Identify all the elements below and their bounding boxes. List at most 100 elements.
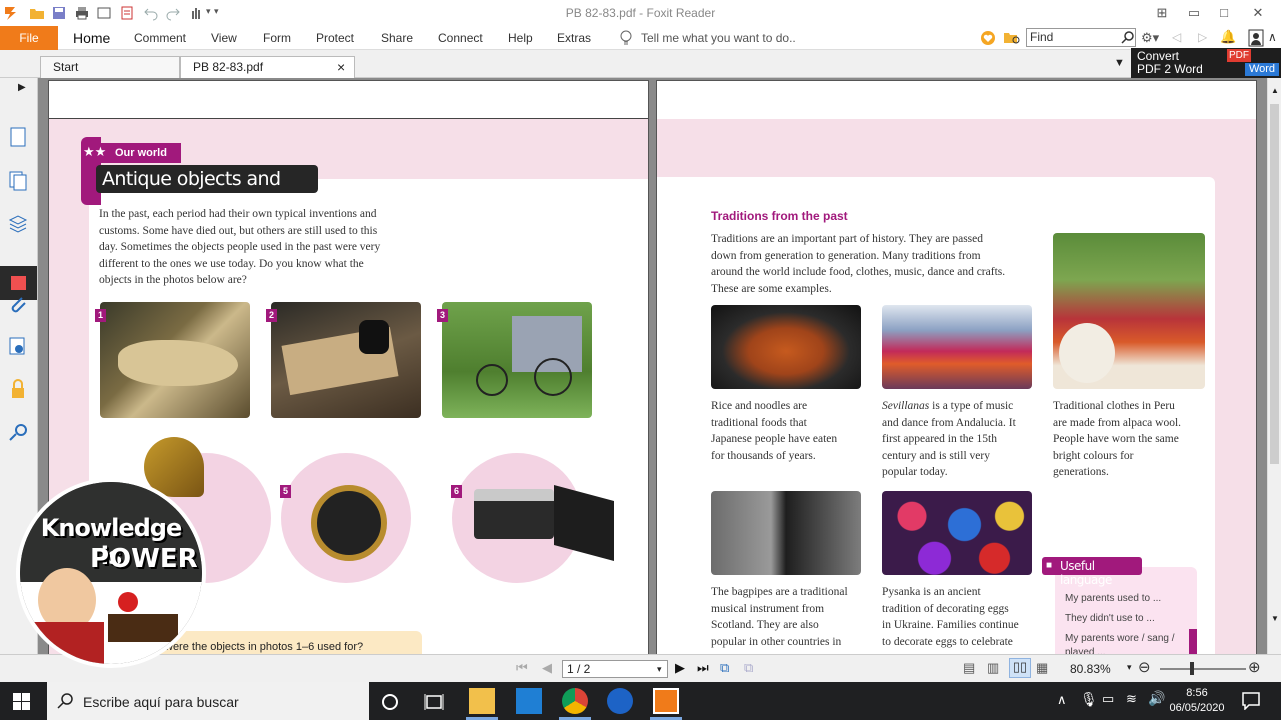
scroll-thumb[interactable] [1270,104,1279,464]
photo-number: 6 [451,485,462,498]
menu-protect[interactable]: Protect [316,26,354,50]
zoom-dropdown-icon[interactable]: ▾ [1127,662,1132,673]
document-view[interactable]: ★★ Our world Antique objects and traditi… [38,78,1267,654]
heart-icon[interactable] [980,30,996,46]
tab-start[interactable]: Start [40,56,180,78]
scroll-down-icon[interactable]: ▼ [1271,614,1279,623]
tab-list-dropdown-icon[interactable]: ▼ [1114,57,1125,69]
close-tab-icon[interactable]: × [337,57,345,77]
clock[interactable]: 8:56 06/05/2020 [1168,686,1226,716]
file-tab[interactable]: File [0,26,58,50]
intro-line: down from generation to generation. Many… [711,249,981,262]
notifications-icon[interactable] [1242,692,1260,710]
foxit-taskbar-icon[interactable] [653,688,679,714]
document-tabs: Start PB 82-83.pdf × ▼ [0,50,1281,78]
zoom-slider-thumb[interactable] [1190,662,1194,675]
volume-icon[interactable]: 🔊 [1148,690,1165,707]
scroll-up-icon[interactable]: ▲ [1271,86,1279,95]
menu-help[interactable]: Help [508,26,533,50]
word-badge: Word [1245,63,1279,76]
search-icon[interactable] [1121,30,1135,44]
page-dropdown-icon[interactable]: ▾ [657,661,662,677]
page-number-input[interactable]: 1 / 2 ▾ [562,660,668,678]
zoom-out-icon[interactable]: ⊖ [1138,658,1151,676]
menu-home[interactable]: Home [73,26,110,50]
photo-carriage [442,302,592,418]
collapse-ribbon-icon[interactable]: ∧ [1268,30,1277,44]
minimize-button[interactable]: ▭ [1184,3,1204,23]
page-thumbnail-icon[interactable] [8,126,28,148]
menu-view[interactable]: View [211,26,237,50]
intro-line: These are some examples. [711,282,832,295]
menu-form[interactable]: Form [263,26,291,50]
expand-panel-icon[interactable]: ▶ [18,82,26,93]
layers-icon[interactable] [8,212,28,234]
prev-page-icon[interactable]: ◀ [542,660,552,676]
continuous-facing-view-icon[interactable]: ▦ [1036,660,1048,676]
fit-width-icon[interactable]: ⧉ [744,660,753,676]
intro-line: around the world include food, clothes, … [711,266,1006,278]
single-page-view-icon[interactable]: ▤ [963,660,975,676]
menu-share[interactable]: Share [381,26,413,50]
chrome-icon[interactable] [562,688,588,714]
menu-comment[interactable]: Comment [134,26,186,50]
menu-connect[interactable]: Connect [438,26,483,50]
find-folder-icon[interactable] [1003,30,1021,46]
tell-me-search[interactable]: Tell me what you want to do.. [641,26,796,50]
intro-line: day. Sometimes the objects people used i… [99,241,381,253]
task-view-icon[interactable] [424,693,444,711]
intro-line: objects in the photos below are? [99,274,247,286]
zoom-in-icon[interactable]: ⊕ [1248,658,1261,676]
tab-pdf[interactable]: PB 82-83.pdf × [180,56,355,78]
find-input[interactable]: Find [1026,28,1136,47]
gear-icon[interactable]: ⚙▾ [1141,30,1159,46]
search-panel-icon[interactable] [8,422,28,444]
caption-line: musical instrument from [711,602,825,615]
back-arrow-icon[interactable]: ◁ [1172,30,1181,44]
menu-extras[interactable]: Extras [557,26,591,50]
zoom-slider-track[interactable] [1160,668,1246,670]
attachment-icon[interactable] [8,294,28,316]
page-title: Antique objects and traditions [96,165,318,218]
battery-icon[interactable]: ▭ [1102,691,1114,707]
layout-icon[interactable]: ⊞ [1152,3,1172,23]
pages-icon[interactable] [8,170,28,192]
fit-page-icon[interactable]: ⧉ [720,660,729,676]
intro-paragraph: Traditions are an important part of hist… [711,231,1041,297]
convert-pdf-to-word-banner[interactable]: Convert PDF 2 Word PDF Word [1131,48,1281,78]
user-icon[interactable] [1248,29,1264,47]
next-page-icon[interactable]: ▶ [675,660,685,676]
windows-start-icon[interactable] [13,693,30,710]
caption-line: traditional foods that [711,416,807,429]
zoom-level[interactable]: 80.83% [1070,662,1111,676]
caption-line: popular today. [882,466,948,478]
signature-icon[interactable] [8,336,28,358]
photo-number: 3 [437,309,448,322]
cortana-icon[interactable] [381,693,399,711]
wifi-icon[interactable]: ≋ [1126,691,1137,707]
caption-peru: Traditional clothes in Peru are made fro… [1053,398,1213,481]
vertical-scrollbar[interactable]: ▲ ▼ [1267,78,1281,654]
inkwell-shape [359,320,389,354]
taskbar-search[interactable]: Escribe aquí para buscar [47,682,369,720]
forward-arrow-icon[interactable]: ▷ [1198,30,1207,44]
useful-language-header: ■ Useful language [1042,557,1142,587]
title-bar: ▾ ▾ PB 82-83.pdf - Foxit Reader ⊞ ▭ □ ✕ [0,0,1281,26]
taskbar-search-placeholder: Escribe aquí para buscar [83,694,239,710]
continuous-view-icon[interactable]: ▥ [987,660,999,676]
restore-button[interactable]: □ [1214,3,1234,23]
lock-icon[interactable] [8,378,28,400]
facing-view-icon[interactable]: ▯▯ [1009,658,1031,678]
bell-icon[interactable]: 🔔 [1220,29,1236,45]
tray-chevron-icon[interactable]: ∧ [1057,692,1067,708]
mail-icon[interactable] [516,688,542,714]
close-button[interactable]: ✕ [1248,3,1268,23]
chat-app-icon[interactable] [607,688,633,714]
file-explorer-icon[interactable] [469,688,495,714]
first-page-icon[interactable]: ⏮ [516,660,528,676]
microphone-icon[interactable]: 🎙 [1080,691,1098,708]
caption-line: in Ukraine. Families continue [882,619,1019,631]
stars-icon: ★★ [83,144,107,159]
last-page-icon[interactable]: ⏭ [697,660,709,676]
tab-pdf-label: PB 82-83.pdf [193,60,264,74]
